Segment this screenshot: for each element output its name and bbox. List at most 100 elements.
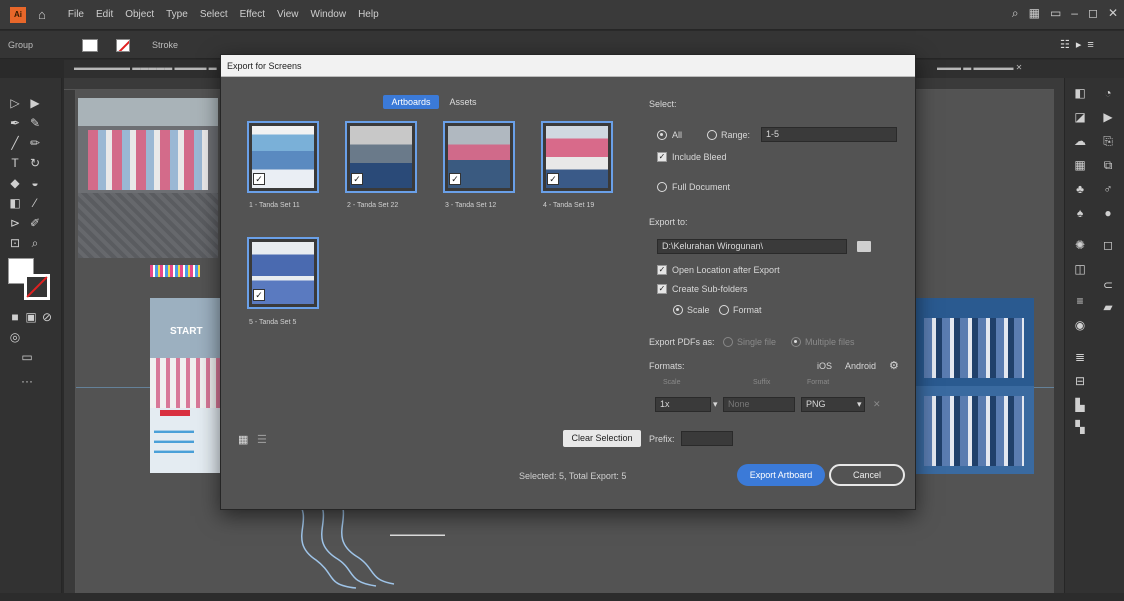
artboard-thumb-1[interactable]: ✓ — [247, 121, 319, 193]
arrange-icons[interactable]: ☷▸≡ — [1060, 38, 1100, 51]
graphic-styles-icon[interactable]: ◫ — [1073, 262, 1087, 276]
dialog-title-bar[interactable]: Export for Screens — [221, 55, 915, 77]
appearance-icon[interactable]: ♠ — [1073, 206, 1087, 220]
export-icon[interactable]: ⎘ — [1101, 134, 1115, 148]
eyedropper-tool-icon[interactable]: ✐ — [28, 216, 42, 230]
pencil-tool-icon[interactable]: ✏ — [28, 136, 42, 150]
menu-select[interactable]: Select — [200, 9, 228, 20]
gradient-mode-icon[interactable]: ▣ — [24, 310, 38, 324]
artboard-checkbox[interactable]: ✓ — [253, 173, 265, 185]
scale-radio[interactable] — [673, 305, 683, 315]
align-icon[interactable]: ≡ — [1073, 294, 1087, 308]
cancel-button[interactable]: Cancel — [829, 464, 905, 486]
menu-window[interactable]: Window — [311, 9, 347, 20]
comment-icon[interactable]: ▰ — [1101, 300, 1115, 314]
grid-view-icon[interactable]: ▦ — [238, 433, 248, 446]
stroke-swatch[interactable] — [24, 274, 50, 300]
curvature-tool-icon[interactable]: ✎ — [28, 116, 42, 130]
scale-dropdown-icon[interactable]: ▾ — [713, 399, 718, 410]
line-tool-icon[interactable]: ╱ — [8, 136, 22, 150]
menu-help[interactable]: Help — [358, 9, 379, 20]
search-icon[interactable]: ⌕ — [1012, 6, 1019, 21]
paint-tool-icon[interactable]: ◆ — [8, 176, 22, 190]
range-radio[interactable] — [707, 130, 717, 140]
type-tool-icon[interactable]: T — [8, 156, 22, 170]
stroke-panel-icon[interactable]: ▚ — [1073, 420, 1087, 434]
artboard-thumb-5[interactable]: ✓ — [247, 237, 319, 309]
draw-mode-icon[interactable]: ◎ — [8, 330, 22, 344]
blob-tool-icon[interactable]: ◒ — [28, 176, 42, 190]
tab-assets[interactable]: Assets — [445, 95, 481, 109]
artboard-photo-race[interactable] — [78, 98, 218, 258]
artboard-tool-icon[interactable]: ⊡ — [8, 236, 22, 250]
single-file-radio[interactable] — [723, 337, 733, 347]
workspace-icon[interactable]: ▦ — [1029, 6, 1040, 21]
transform-icon[interactable]: ≣ — [1073, 350, 1087, 364]
settings-gear-icon[interactable]: ⚙ — [889, 359, 899, 372]
fill-color-swatch[interactable] — [82, 39, 98, 52]
menu-type[interactable]: Type — [166, 9, 188, 20]
canvas-scrollbar[interactable] — [1054, 78, 1064, 593]
android-preset-button[interactable]: Android — [845, 361, 876, 371]
layers-icon[interactable]: ◪ — [1073, 110, 1087, 124]
stroke-color-swatch[interactable] — [116, 39, 130, 52]
minimize-icon[interactable]: – — [1071, 6, 1078, 21]
open-location-checkbox[interactable]: ✓ — [657, 265, 667, 275]
rotate-tool-icon[interactable]: ↻ — [28, 156, 42, 170]
document-tab-2[interactable]: ▬▬▬ ▬ ▬▬▬▬▬ ✕ — [937, 63, 1022, 72]
tab-artboards[interactable]: Artboards — [383, 95, 439, 109]
artboard-checkbox[interactable]: ✓ — [449, 173, 461, 185]
properties-icon[interactable]: ◧ — [1073, 86, 1087, 100]
scale-select[interactable]: 1x — [655, 397, 711, 412]
brushes-icon[interactable]: ✺ — [1073, 238, 1087, 252]
zoom-tool-icon[interactable]: ⌕ — [28, 236, 42, 250]
format-select[interactable]: PNG — [801, 397, 865, 412]
folder-icon[interactable] — [857, 241, 871, 252]
artboard-thumb-4[interactable]: ✓ — [541, 121, 613, 193]
artboard-checkbox[interactable]: ✓ — [547, 173, 559, 185]
prefix-input[interactable] — [681, 431, 733, 446]
menu-file[interactable]: File — [68, 9, 84, 20]
menu-edit[interactable]: Edit — [96, 9, 113, 20]
screen-mode-icon[interactable]: ▭ — [20, 350, 34, 364]
frame-icon[interactable]: ◻ — [1101, 238, 1115, 252]
format-dropdown-icon[interactable]: ▾ — [857, 399, 862, 410]
eraser-tool-icon[interactable]: ◧ — [8, 196, 22, 210]
export-path-input[interactable]: D:\Kelurahan Wirogunan\ — [657, 239, 847, 254]
more-tools-icon[interactable]: ··· — [20, 374, 34, 388]
artboard-thumb-3[interactable]: ✓ — [443, 121, 515, 193]
libraries-icon[interactable]: ☁ — [1073, 134, 1087, 148]
multiple-files-radio[interactable] — [791, 337, 801, 347]
export-artboard-button[interactable]: Export Artboard — [737, 464, 825, 486]
pen-tool-icon[interactable]: ✒ — [8, 116, 22, 130]
home-icon[interactable]: ⌂ — [38, 7, 46, 22]
symbols-icon[interactable]: ♣ — [1073, 182, 1087, 196]
menu-object[interactable]: Object — [125, 9, 154, 20]
clear-selection-button[interactable]: Clear Selection — [563, 430, 641, 447]
artboard-checkbox[interactable]: ✓ — [351, 173, 363, 185]
close-icon[interactable]: ✕ — [1108, 6, 1118, 21]
ios-preset-button[interactable]: iOS — [817, 361, 832, 371]
list-view-icon[interactable]: ☰ — [257, 433, 267, 446]
format-radio[interactable] — [719, 305, 729, 315]
full-document-radio[interactable] — [657, 182, 667, 192]
color-mode-icon[interactable]: ■ — [8, 310, 22, 324]
link-icon[interactable]: ⊂ — [1101, 278, 1115, 292]
panel-icon[interactable]: ▭ — [1050, 6, 1061, 21]
menu-effect[interactable]: Effect — [240, 9, 265, 20]
none-mode-icon[interactable]: ⊘ — [40, 310, 54, 324]
suffix-input[interactable]: None — [723, 397, 795, 412]
brush-tool-icon[interactable]: ⁄ — [28, 196, 42, 210]
create-subfolders-checkbox[interactable]: ✓ — [657, 284, 667, 294]
menu-view[interactable]: View — [277, 9, 299, 20]
artboards-icon[interactable]: ⧉ — [1101, 158, 1115, 172]
document-tab[interactable]: ▬▬▬▬▬▬▬ ▬▬▬▬▬ ▬▬▬▬ ▬ — [74, 63, 217, 72]
pathfinder-icon[interactable]: ◉ — [1073, 318, 1087, 332]
swatches-icon[interactable]: ▦ — [1073, 158, 1087, 172]
direct-selection-tool-icon[interactable]: ▶ — [28, 96, 42, 110]
artboard-stage-1[interactable] — [916, 298, 1034, 388]
transparency-icon[interactable]: ⊟ — [1073, 374, 1087, 388]
selection-tool-icon[interactable]: ▷ — [8, 96, 22, 110]
shape-builder-icon[interactable]: ⊳ — [8, 216, 22, 230]
all-radio[interactable] — [657, 130, 667, 140]
